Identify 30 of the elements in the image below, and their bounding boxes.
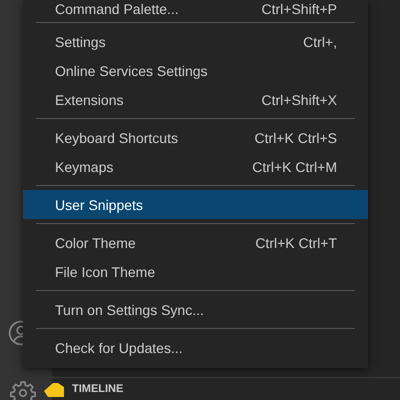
menu-item-label: File Icon Theme (55, 264, 156, 280)
keyboard-shortcut: Ctrl+Shift+X (262, 92, 337, 108)
menu-item[interactable]: Command Palette... Ctrl+Shift+P (23, 0, 368, 18)
menu-item[interactable]: Keyboard Shortcuts Ctrl+K Ctrl+S (23, 123, 368, 152)
settings-icon[interactable] (10, 380, 36, 400)
keyboard-shortcut: Ctrl+K Ctrl+T (255, 234, 337, 250)
menu-item-label: Settings (55, 34, 106, 50)
menu-item-label: Keyboard Shortcuts (55, 130, 178, 146)
menu-item-label: Command Palette... (55, 1, 179, 17)
menu-item[interactable]: Online Services Settings (23, 56, 368, 85)
menu-item-label: Color Theme (55, 234, 136, 250)
menu-item[interactable]: Extensions Ctrl+Shift+X (23, 85, 368, 114)
keyboard-shortcut: Ctrl+, (303, 34, 337, 50)
menu-item-label: Keymaps (55, 158, 114, 174)
menu-item[interactable]: Check for Updates... (23, 333, 368, 362)
menu-item[interactable]: File Icon Theme (23, 257, 368, 286)
menu-item[interactable]: Keymaps Ctrl+K Ctrl+M (23, 152, 368, 181)
menu-item-label: Turn on Settings Sync... (55, 302, 204, 318)
menu-item-label: Online Services Settings (55, 62, 208, 78)
panel-title[interactable]: TIMELINE (72, 383, 124, 395)
menu-item[interactable]: Color Theme Ctrl+K Ctrl+T (23, 228, 368, 257)
keyboard-shortcut: Ctrl+Shift+P (262, 1, 337, 17)
menu-item[interactable]: Settings Ctrl+, (23, 27, 368, 56)
menu-item[interactable]: User Snippets (23, 190, 368, 219)
menu-item-label: Extensions (55, 92, 124, 108)
keyboard-shortcut: Ctrl+K Ctrl+S (254, 130, 337, 146)
menu-item[interactable]: Turn on Settings Sync... (23, 295, 368, 324)
keyboard-shortcut: Ctrl+K Ctrl+M (252, 158, 337, 174)
menu-item-label: User Snippets (55, 196, 143, 212)
menu-item-label: Check for Updates... (55, 340, 183, 356)
